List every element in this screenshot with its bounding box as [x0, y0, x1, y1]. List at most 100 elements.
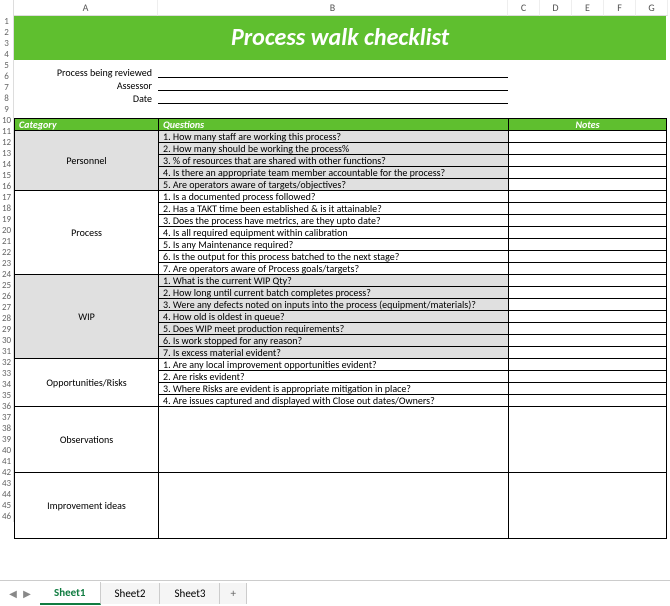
notes-cell[interactable]: [509, 407, 667, 473]
question-cell[interactable]: 5. Does WIP meet production requirements…: [159, 323, 509, 335]
row-header-9[interactable]: 9: [0, 104, 14, 115]
row-header-20[interactable]: 20: [0, 225, 14, 236]
question-cell[interactable]: 2. Has a TAKT time been established & is…: [159, 203, 509, 215]
row-header-29[interactable]: 29: [0, 324, 14, 335]
notes-cell[interactable]: [509, 227, 667, 239]
question-cell[interactable]: 2. Are risks evident?: [159, 371, 509, 383]
notes-cell[interactable]: [509, 323, 667, 335]
row-header-8[interactable]: 8: [0, 93, 14, 104]
nav-next-icon[interactable]: ▶: [20, 587, 34, 601]
notes-cell[interactable]: [509, 311, 667, 323]
row-header-35[interactable]: 35: [0, 390, 14, 401]
col-header-B[interactable]: B: [158, 0, 508, 16]
notes-cell[interactable]: [509, 383, 667, 395]
notes-cell[interactable]: [509, 155, 667, 167]
row-header-43[interactable]: 43: [0, 478, 14, 489]
col-header-D[interactable]: D: [540, 0, 572, 16]
question-cell[interactable]: [159, 473, 509, 539]
row-header-2[interactable]: 2: [0, 27, 14, 38]
notes-cell[interactable]: [509, 335, 667, 347]
row-header-22[interactable]: 22: [0, 247, 14, 258]
row-header-18[interactable]: 18: [0, 203, 14, 214]
notes-cell[interactable]: [509, 371, 667, 383]
question-cell[interactable]: 1. How many staff are working this proce…: [159, 131, 509, 143]
row-header-1[interactable]: 1: [0, 16, 14, 27]
question-cell[interactable]: 3. Were any defects noted on inputs into…: [159, 299, 509, 311]
meta-process-input[interactable]: [158, 67, 508, 78]
row-header-40[interactable]: 40: [0, 445, 14, 456]
question-cell[interactable]: 4. Is there an appropriate team member a…: [159, 167, 509, 179]
row-header-24[interactable]: 24: [0, 269, 14, 280]
question-cell[interactable]: 4. Are issues captured and displayed wit…: [159, 395, 509, 407]
question-cell[interactable]: 3. Where Risks are evident is appropriat…: [159, 383, 509, 395]
question-cell[interactable]: 1. What is the current WIP Qty?: [159, 275, 509, 287]
row-header-25[interactable]: 25: [0, 280, 14, 291]
col-header-G[interactable]: G: [636, 0, 668, 16]
notes-cell[interactable]: [509, 251, 667, 263]
question-cell[interactable]: 2. How many should be working the proces…: [159, 143, 509, 155]
tab-sheet1[interactable]: Sheet1: [40, 582, 101, 605]
notes-cell[interactable]: [509, 275, 667, 287]
row-header-21[interactable]: 21: [0, 236, 14, 247]
notes-cell[interactable]: [509, 473, 667, 539]
row-header-39[interactable]: 39: [0, 434, 14, 445]
row-header-3[interactable]: 3: [0, 38, 14, 49]
row-header-30[interactable]: 30: [0, 335, 14, 346]
meta-date-input[interactable]: [158, 93, 508, 104]
row-header-31[interactable]: 31: [0, 346, 14, 357]
col-header-A[interactable]: A: [14, 0, 158, 16]
col-header-F[interactable]: F: [604, 0, 636, 16]
question-cell[interactable]: 4. Is all required equipment within cali…: [159, 227, 509, 239]
notes-cell[interactable]: [509, 359, 667, 371]
question-cell[interactable]: 6. Is work stopped for any reason?: [159, 335, 509, 347]
question-cell[interactable]: 6. Is the output for this process batche…: [159, 251, 509, 263]
notes-cell[interactable]: [509, 191, 667, 203]
row-header-34[interactable]: 34: [0, 379, 14, 390]
col-header-C[interactable]: C: [508, 0, 540, 16]
row-header-4[interactable]: 4: [0, 49, 14, 60]
question-cell[interactable]: 3. % of resources that are shared with o…: [159, 155, 509, 167]
notes-cell[interactable]: [509, 299, 667, 311]
col-header-E[interactable]: E: [572, 0, 604, 16]
question-cell[interactable]: 2. How long until current batch complete…: [159, 287, 509, 299]
question-cell[interactable]: 5. Is any Maintenance required?: [159, 239, 509, 251]
row-header-7[interactable]: 7: [0, 82, 14, 93]
row-header-16[interactable]: 16: [0, 181, 14, 192]
notes-cell[interactable]: [509, 203, 667, 215]
row-header-10[interactable]: 10: [0, 115, 14, 126]
question-cell[interactable]: 7. Is excess material evident?: [159, 347, 509, 359]
row-header-32[interactable]: 32: [0, 357, 14, 368]
row-header-26[interactable]: 26: [0, 291, 14, 302]
row-header-36[interactable]: 36: [0, 401, 14, 412]
notes-cell[interactable]: [509, 179, 667, 191]
row-header-12[interactable]: 12: [0, 137, 14, 148]
question-cell[interactable]: [159, 407, 509, 473]
question-cell[interactable]: 3. Does the process have metrics, are th…: [159, 215, 509, 227]
row-header-33[interactable]: 33: [0, 368, 14, 379]
row-header-6[interactable]: 6: [0, 71, 14, 82]
row-header-44[interactable]: 44: [0, 489, 14, 500]
row-header-27[interactable]: 27: [0, 302, 14, 313]
question-cell[interactable]: 5. Are operators aware of targets/object…: [159, 179, 509, 191]
row-header-45[interactable]: 45: [0, 500, 14, 511]
question-cell[interactable]: 7. Are operators aware of Process goals/…: [159, 263, 509, 275]
notes-cell[interactable]: [509, 143, 667, 155]
row-header-11[interactable]: 11: [0, 126, 14, 137]
question-cell[interactable]: 1. Is a documented process followed?: [159, 191, 509, 203]
notes-cell[interactable]: [509, 347, 667, 359]
meta-assessor-input[interactable]: [158, 80, 508, 91]
row-header-5[interactable]: 5: [0, 60, 14, 71]
row-header-37[interactable]: 37: [0, 412, 14, 423]
row-header-15[interactable]: 15: [0, 170, 14, 181]
question-cell[interactable]: 4. How old is oldest in queue?: [159, 311, 509, 323]
row-header-14[interactable]: 14: [0, 159, 14, 170]
notes-cell[interactable]: [509, 263, 667, 275]
tab-sheet3[interactable]: Sheet3: [160, 583, 220, 604]
row-header-17[interactable]: 17: [0, 192, 14, 203]
row-header-28[interactable]: 28: [0, 313, 14, 324]
notes-cell[interactable]: [509, 167, 667, 179]
tab-add-icon[interactable]: +: [220, 583, 246, 604]
row-header-38[interactable]: 38: [0, 423, 14, 434]
row-header-42[interactable]: 42: [0, 467, 14, 478]
notes-cell[interactable]: [509, 131, 667, 143]
